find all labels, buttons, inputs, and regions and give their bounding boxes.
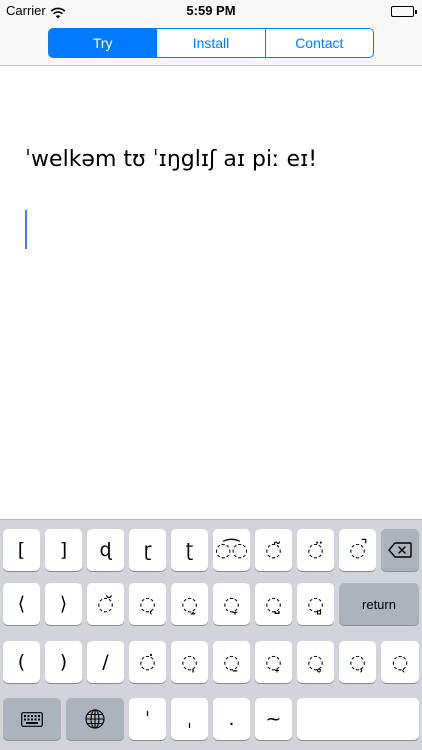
tab-contact[interactable]: Contact [265, 29, 373, 57]
return-button[interactable]: return [339, 583, 419, 625]
key-raised[interactable]: ◌̝ [171, 583, 208, 625]
globe-button[interactable] [66, 698, 124, 740]
nav-bar: Try Install Contact [0, 22, 422, 66]
key-less-rounded[interactable]: ◌̜ [129, 583, 166, 625]
key-open-angle[interactable]: ⟨ [3, 583, 40, 625]
key-voiceless[interactable]: ◌̥ [297, 641, 334, 683]
key-retroflex-flap[interactable]: ɽ [129, 529, 166, 571]
key-more-rounded[interactable]: ◌̹ [339, 641, 376, 683]
text-editor[interactable]: ˈwelkəm tʊ ˈɪŋglɪʃ aɪ piː eɪ! [0, 67, 422, 519]
key-retracted[interactable]: ◌̠ [213, 641, 250, 683]
key-secondary-stress[interactable]: ˌ [171, 698, 208, 740]
status-time: 5:59 PM [186, 3, 236, 18]
backspace-button[interactable] [381, 529, 419, 571]
key-tie-bar[interactable]: ◌͡◌ [213, 529, 250, 571]
key-extra-short[interactable]: ◌̆ [87, 583, 124, 625]
key-tilde[interactable]: ~ [255, 698, 292, 740]
key-syllable-break[interactable]: . [213, 698, 250, 740]
key-nasalized[interactable]: ◌̃ [255, 529, 292, 571]
key-advanced[interactable]: ◌̟ [255, 641, 292, 683]
tab-try[interactable]: Try [49, 29, 158, 57]
key-open-paren[interactable]: ( [3, 641, 40, 683]
keyboard-icon [21, 711, 43, 727]
key-lowered[interactable]: ◌̞ [213, 583, 250, 625]
globe-icon [85, 709, 105, 729]
key-close-bracket[interactable]: ] [45, 529, 82, 571]
key-retroflex-d[interactable]: ɖ [87, 529, 124, 571]
key-laminal[interactable]: ◌̻ [297, 583, 334, 625]
key-centralized[interactable]: ◌̈ [297, 529, 334, 571]
key-slash[interactable]: / [87, 641, 124, 683]
status-bar: Carrier 5:59 PM [0, 0, 422, 22]
tab-install[interactable]: Install [157, 29, 266, 57]
key-primary-stress[interactable]: ˈ [129, 698, 166, 740]
key-close-angle[interactable]: ⟩ [45, 583, 82, 625]
segmented-control: Try Install Contact [48, 28, 374, 58]
backspace-icon [388, 542, 412, 558]
ipa-sample-text: ˈwelkəm tʊ ˈɪŋglɪʃ aɪ piː eɪ! [25, 147, 318, 172]
battery-icon [391, 6, 417, 17]
key-close-paren[interactable]: ) [45, 641, 82, 683]
key-retroflex-t[interactable]: ʈ [171, 529, 208, 571]
key-open-bracket[interactable]: [ [3, 529, 40, 571]
key-syllabic[interactable]: ◌̩ [171, 641, 208, 683]
space-bar[interactable] [297, 698, 419, 740]
key-dot-above[interactable]: ◌̇ [129, 641, 166, 683]
text-cursor [25, 210, 27, 249]
key-less-rounded-2[interactable]: ◌̜ [381, 641, 419, 683]
ipa-keyboard: [ ] ɖ ɽ ʈ ◌͡◌ ◌̃ ◌̈ ◌̚ ⟨ ⟩ ◌̆ ◌̜ ◌̝ ◌̞ ◌… [0, 519, 422, 750]
key-no-audible-release[interactable]: ◌̚ [339, 529, 376, 571]
keyboard-switch-button[interactable] [3, 698, 61, 740]
key-apical[interactable]: ◌̺ [255, 583, 292, 625]
